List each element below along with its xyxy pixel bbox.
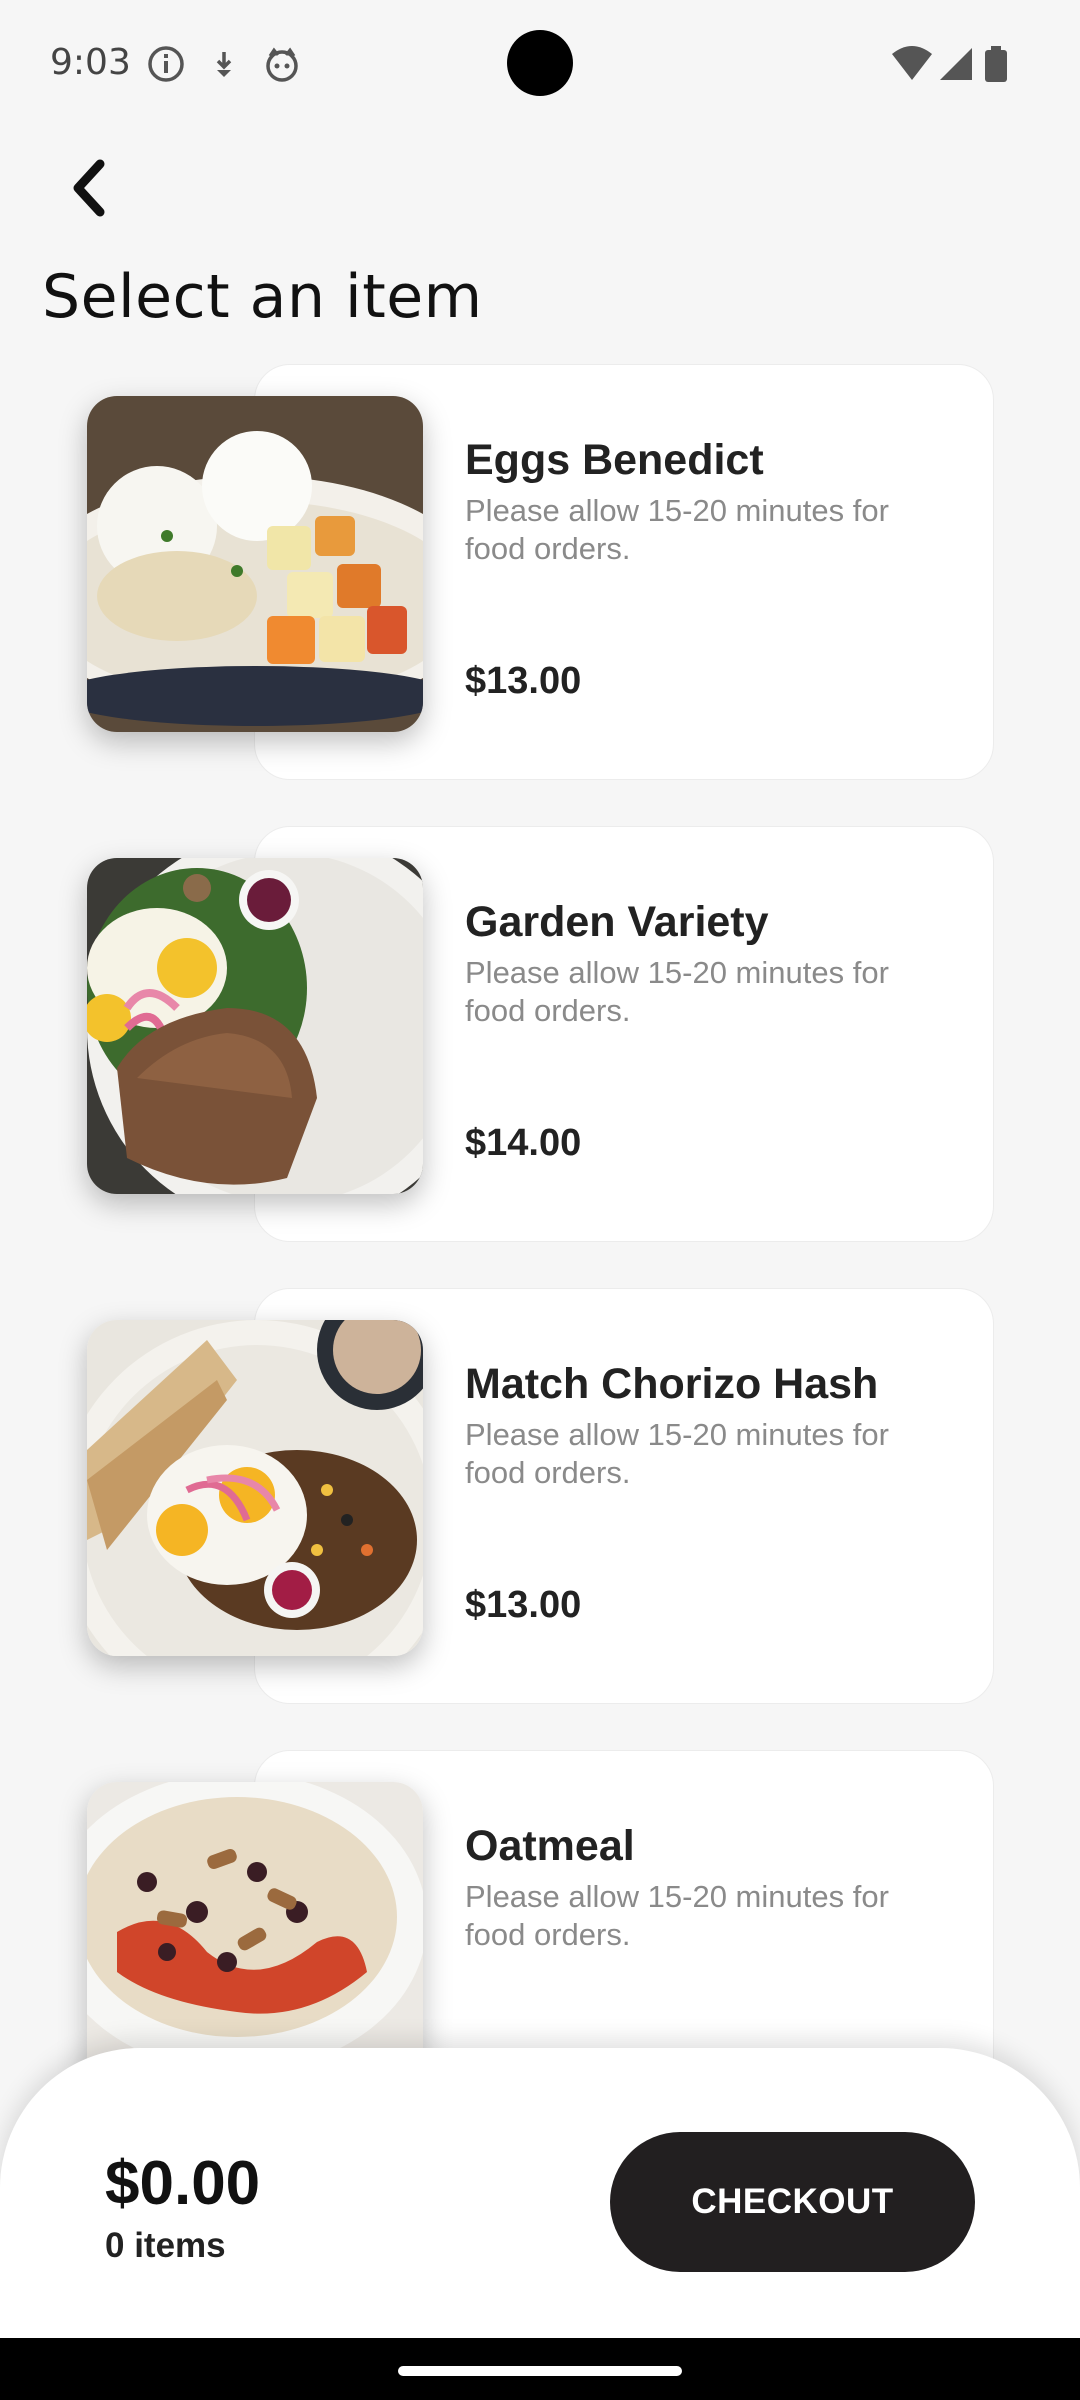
- menu-item[interactable]: Garden Variety Please allow 15-20 minute…: [0, 826, 1080, 1246]
- screen: 9:03 Select an item Eggs Benedict Please…: [0, 0, 1080, 2400]
- face-icon: [262, 44, 302, 84]
- camera-cutout: [507, 30, 573, 96]
- item-name: Oatmeal: [465, 1822, 635, 1870]
- battery-icon: [982, 44, 1010, 84]
- status-time: 9:03: [50, 42, 131, 83]
- item-image-eggs-benedict: [87, 396, 423, 732]
- menu-item[interactable]: Match Chorizo Hash Please allow 15-20 mi…: [0, 1288, 1080, 1708]
- item-price: $13.00: [465, 1584, 582, 1626]
- download-arrow-icon: [204, 44, 244, 84]
- chevron-left-icon: [66, 158, 110, 223]
- item-name: Match Chorizo Hash: [465, 1360, 879, 1408]
- item-name: Eggs Benedict: [465, 436, 764, 484]
- item-name: Garden Variety: [465, 898, 769, 946]
- item-description: Please allow 15-20 minutes for food orde…: [465, 1417, 889, 1490]
- page-title: Select an item: [42, 262, 483, 332]
- cart-item-count: 0 items: [105, 2226, 226, 2265]
- item-price: $13.00: [465, 660, 582, 702]
- item-image-match-chorizo-hash: [87, 1320, 423, 1656]
- signal-icon: [936, 44, 976, 84]
- menu-item[interactable]: Eggs Benedict Please allow 15-20 minutes…: [0, 364, 1080, 784]
- checkout-button[interactable]: CHECKOUT: [610, 2132, 975, 2272]
- item-description: Please allow 15-20 minutes for food orde…: [465, 1879, 889, 1952]
- item-description: Please allow 15-20 minutes for food orde…: [465, 955, 889, 1028]
- cart-summary-sheet: $0.00 0 items CHECKOUT: [0, 2048, 1080, 2338]
- status-bar: 9:03: [0, 0, 1080, 130]
- home-indicator[interactable]: [398, 2366, 682, 2376]
- item-price: $14.00: [465, 1122, 582, 1164]
- wifi-icon: [890, 44, 934, 84]
- item-description: Please allow 15-20 minutes for food orde…: [465, 493, 889, 566]
- info-icon: [146, 44, 186, 84]
- system-nav-bar: [0, 2338, 1080, 2400]
- back-button[interactable]: [48, 150, 128, 230]
- cart-total: $0.00: [105, 2149, 261, 2218]
- item-image-garden-variety: [87, 858, 423, 1194]
